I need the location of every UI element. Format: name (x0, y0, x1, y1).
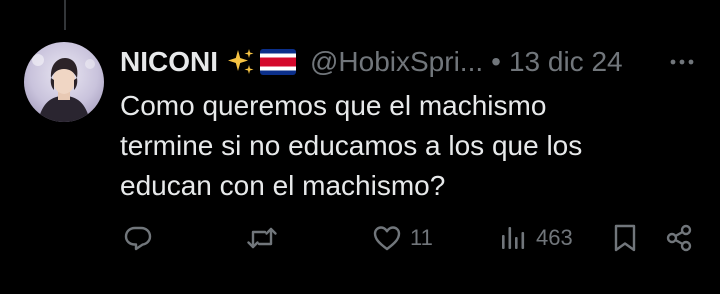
views-icon (498, 223, 528, 253)
heart-icon (372, 223, 402, 253)
share-icon (664, 223, 694, 253)
tweet-header: NICONI @HobixSpri... • 13 dic 24 (120, 44, 623, 80)
tweet-text-line: educan con el machismo? (120, 170, 446, 201)
tweet-text-line: termine si no educamos a los que los (120, 130, 583, 161)
user-handle[interactable]: @HobixSpri... (310, 46, 483, 78)
avatar[interactable] (24, 42, 104, 122)
tweet-actions-bar: 11 463 (0, 220, 720, 256)
reply-button[interactable] (123, 220, 161, 256)
like-count: 11 (410, 225, 433, 250)
sparkles-emoji-icon (226, 47, 256, 77)
avatar-image (24, 42, 104, 122)
views-button[interactable]: 463 (498, 220, 573, 256)
more-options-icon[interactable] (668, 48, 696, 76)
costa-rica-flag-icon (260, 49, 296, 75)
tweet-text-line: Como queremos que el machismo (120, 90, 547, 121)
display-name[interactable]: NICONI (120, 46, 218, 78)
share-button[interactable] (664, 220, 694, 256)
retweet-button[interactable] (246, 220, 286, 256)
reply-icon (123, 223, 153, 253)
tweet-text: Como queremos que el machismo termine si… (120, 86, 680, 206)
like-button[interactable]: 11 (372, 220, 433, 256)
views-count: 463 (536, 225, 573, 250)
tweet-date[interactable]: 13 dic 24 (509, 46, 623, 78)
separator-dot: • (491, 46, 501, 77)
retweet-icon (246, 223, 278, 253)
bookmark-button[interactable] (611, 220, 639, 256)
thread-connector-line (64, 0, 66, 30)
bookmark-icon (611, 223, 639, 253)
